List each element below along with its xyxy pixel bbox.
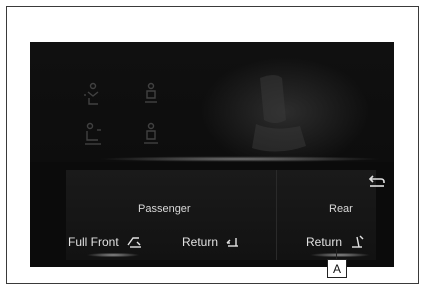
return-rear-label: Return — [306, 235, 343, 249]
return-passenger-button[interactable]: Return — [182, 234, 242, 250]
seat-forward-icon — [125, 234, 143, 250]
callout-leader-line — [336, 249, 337, 259]
seat-view-area — [30, 42, 394, 164]
full-front-label: Full Front — [68, 235, 119, 249]
panel-divider — [276, 170, 277, 260]
back-button[interactable] — [366, 172, 388, 190]
seat-return-icon — [224, 234, 242, 250]
return-rear-button[interactable]: Return — [306, 234, 366, 250]
rear-label: Rear — [329, 203, 353, 215]
seat-position-icon — [80, 82, 106, 108]
return-passenger-label: Return — [182, 235, 219, 249]
display-screen: Passenger Rear Full Front Return Return — [30, 42, 394, 267]
return-rear-glow — [300, 251, 380, 259]
glow-divider — [30, 154, 394, 164]
return-arrow-icon — [368, 175, 385, 187]
seat-recline-icon — [348, 234, 366, 250]
passenger-label: Passenger — [138, 203, 191, 215]
seat-lumbar-icon — [138, 122, 164, 148]
seat-silhouette — [230, 72, 320, 162]
seat-recline-ghost-icon — [80, 122, 106, 148]
full-front-glow — [78, 251, 148, 259]
full-front-button[interactable]: Full Front — [68, 234, 143, 250]
seat-height-icon — [138, 82, 164, 108]
callout-label: A — [327, 259, 347, 278]
